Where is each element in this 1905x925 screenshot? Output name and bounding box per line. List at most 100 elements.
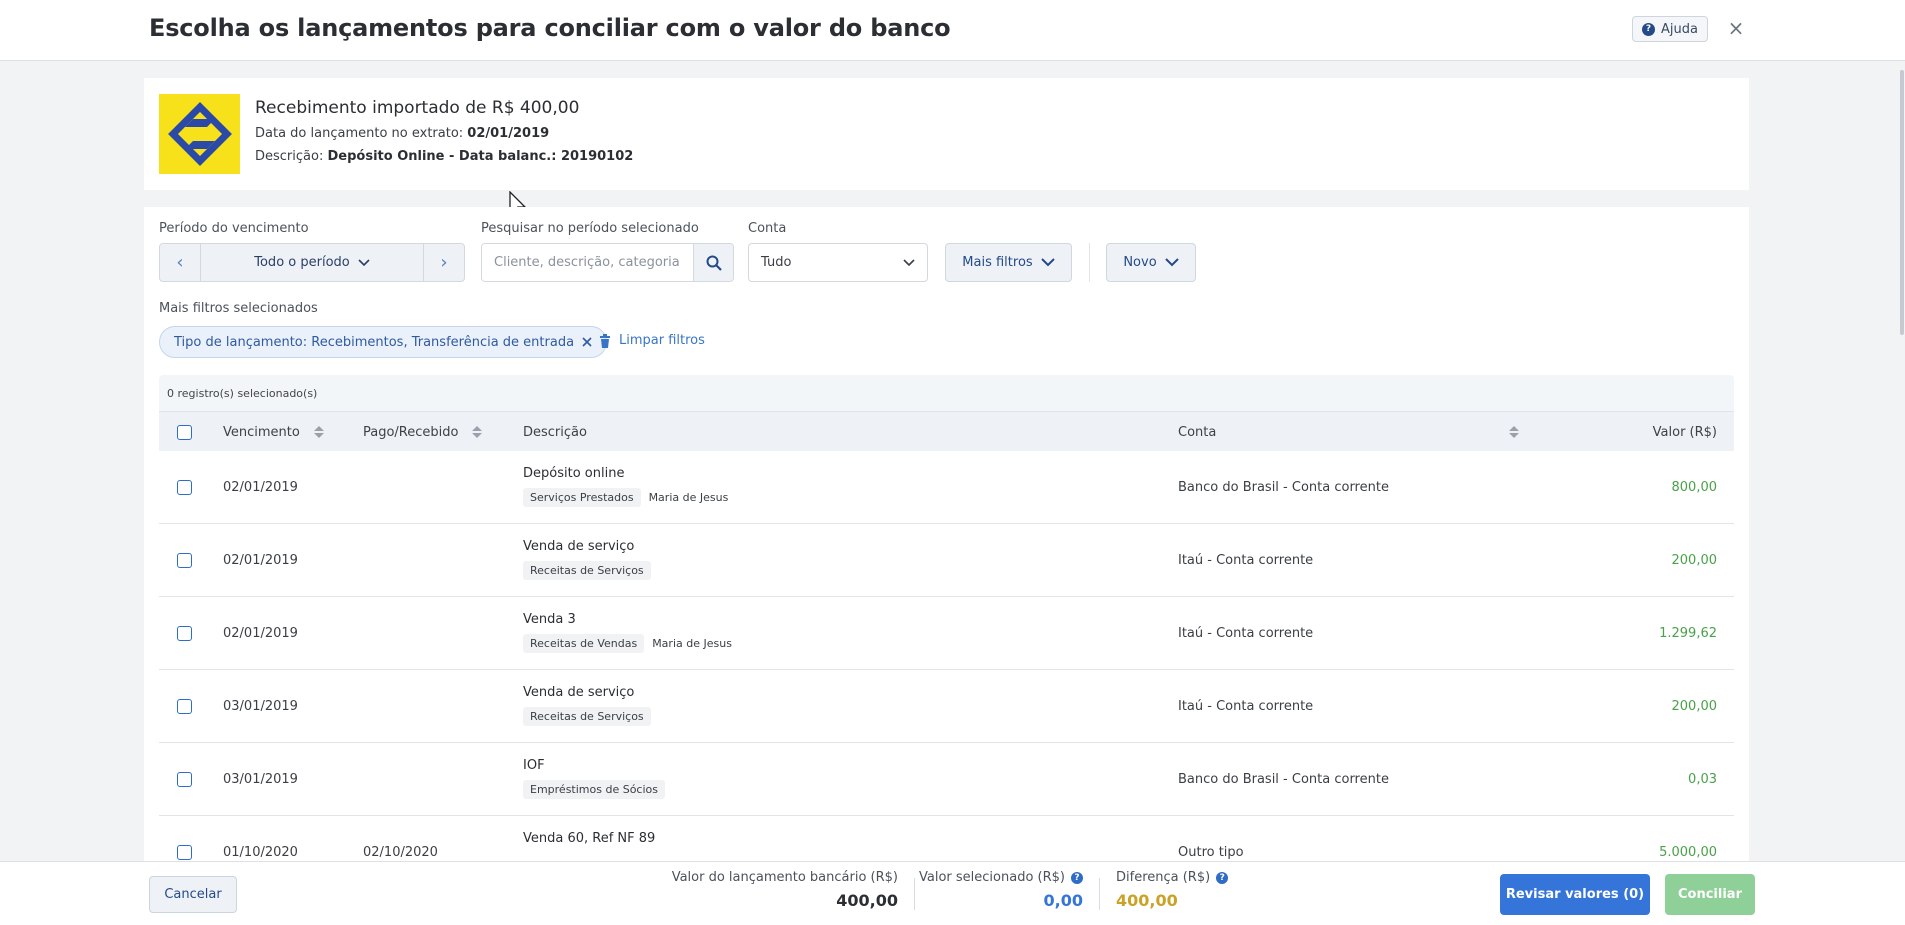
period-dropdown[interactable]: Todo o período — [201, 244, 423, 281]
row-due: 02/01/2019 — [223, 553, 298, 568]
table-row[interactable]: 02/01/2019 Venda de serviço Receitas de … — [159, 524, 1734, 597]
row-due: 02/01/2019 — [223, 480, 298, 495]
row-checkbox[interactable] — [177, 845, 192, 860]
help-button[interactable]: ? Ajuda — [1632, 16, 1708, 42]
review-values-button[interactable]: Revisar valores (0) — [1500, 874, 1650, 915]
select-all-checkbox[interactable] — [177, 424, 192, 440]
banco-do-brasil-logo — [159, 94, 240, 174]
row-due: 03/01/2019 — [223, 699, 298, 714]
help-icon[interactable]: ? — [1216, 871, 1229, 884]
help-label: Ajuda — [1661, 21, 1698, 37]
row-description: Venda 60, Ref NF 89 — [523, 831, 656, 846]
divider — [1089, 243, 1090, 282]
close-icon[interactable] — [582, 337, 592, 347]
account-sort[interactable] — [1509, 412, 1519, 452]
row-account: Itaú - Conta corrente — [1178, 626, 1314, 641]
difference-summary: Diferença (R$)? 400,00 — [1116, 870, 1229, 910]
row-value: 1.299,62 — [1659, 626, 1717, 641]
search-box — [481, 243, 734, 282]
selected-value-summary: Valor selecionado (R$)? 0,00 — [919, 870, 1083, 910]
bank-value-summary: Valor do lançamento bancário (R$) 400,00 — [671, 870, 898, 910]
table-row[interactable]: 03/01/2019 Venda de serviço Receitas de … — [159, 670, 1734, 743]
row-checkbox[interactable] — [177, 626, 192, 641]
search-label: Pesquisar no período selecionado — [481, 221, 699, 236]
search-button[interactable] — [693, 244, 733, 281]
bank-logo-mark — [167, 102, 232, 166]
chevron-down-icon — [903, 258, 915, 266]
chevron-down-icon — [1040, 258, 1055, 267]
conciliar-button[interactable]: Conciliar — [1665, 874, 1755, 915]
bank-value: 400,00 — [836, 891, 898, 910]
row-account: Itaú - Conta corrente — [1178, 699, 1314, 714]
new-button[interactable]: Novo — [1106, 243, 1196, 282]
table-row[interactable]: 02/01/2019 Depósito online Serviços Pres… — [159, 451, 1734, 524]
modal-header: Escolha os lançamentos para conciliar co… — [0, 0, 1905, 61]
category-tag: Receitas de Serviços — [523, 707, 651, 726]
column-due[interactable]: Vencimento — [223, 412, 324, 452]
trash-icon — [600, 333, 610, 348]
person-tag: Maria de Jesus — [652, 637, 732, 650]
difference-value: 400,00 — [1116, 891, 1178, 910]
account-label: Conta — [748, 221, 787, 236]
chevron-left-icon[interactable]: ‹ — [160, 244, 201, 281]
row-due: 02/01/2019 — [223, 626, 298, 641]
filter-chip[interactable]: Tipo de lançamento: Recebimentos, Transf… — [159, 326, 608, 358]
bank-entry-title: Recebimento importado de R$ 400,00 — [255, 98, 580, 118]
row-value: 200,00 — [1671, 699, 1718, 714]
row-description: Venda de serviço — [523, 685, 635, 700]
table-row[interactable]: 02/01/2019 Venda 3 Receitas de Vendas Ma… — [159, 597, 1734, 670]
column-description: Descrição — [523, 424, 587, 440]
category-tag: Receitas de Vendas — [523, 634, 645, 653]
row-value: 800,00 — [1671, 480, 1718, 495]
table-header: Vencimento Pago/Recebido Descrição Conta… — [159, 411, 1734, 451]
divider — [914, 878, 915, 910]
row-checkbox[interactable] — [177, 480, 192, 495]
close-icon[interactable]: × — [1724, 16, 1748, 40]
column-value: Valor (R$) — [1652, 424, 1717, 440]
bank-entry-card: Recebimento importado de R$ 400,00 Data … — [144, 78, 1749, 190]
row-description: Depósito online — [523, 466, 625, 481]
search-input[interactable] — [482, 244, 693, 281]
sort-icon — [472, 426, 483, 438]
cancel-button[interactable]: Cancelar — [149, 876, 237, 913]
row-value: 0,03 — [1688, 772, 1717, 787]
row-due: 03/01/2019 — [223, 772, 298, 787]
row-account: Banco do Brasil - Conta corrente — [1178, 772, 1389, 787]
row-value: 200,00 — [1671, 553, 1718, 568]
row-description: Venda 3 — [523, 612, 576, 627]
selected-count: 0 registro(s) selecionado(s) — [159, 375, 1734, 411]
chevron-right-icon[interactable]: › — [423, 244, 464, 281]
row-checkbox[interactable] — [177, 772, 192, 787]
page-title: Escolha os lançamentos para conciliar co… — [149, 14, 951, 42]
chevron-down-icon — [358, 258, 370, 266]
account-select[interactable]: Tudo — [748, 243, 928, 282]
row-checkbox[interactable] — [177, 553, 192, 568]
clear-filters-button[interactable]: Limpar filtros — [599, 333, 705, 348]
row-description: IOF — [523, 758, 545, 773]
selected-filters-label: Mais filtros selecionados — [159, 301, 318, 316]
question-icon: ? — [1642, 22, 1655, 36]
column-paid[interactable]: Pago/Recebido — [363, 412, 483, 452]
row-checkbox[interactable] — [177, 699, 192, 714]
chevron-down-icon — [1164, 258, 1179, 267]
column-account: Conta — [1178, 424, 1217, 440]
category-tag: Receitas de Serviços — [523, 561, 651, 580]
search-icon — [706, 255, 722, 271]
category-tag: Empréstimos de Sócios — [523, 780, 665, 799]
help-icon[interactable]: ? — [1071, 871, 1083, 884]
sort-icon — [313, 426, 324, 438]
row-description: Venda de serviço — [523, 539, 635, 554]
selected-value: 0,00 — [1043, 891, 1083, 910]
sort-icon — [1509, 426, 1519, 438]
scrollbar[interactable] — [1900, 70, 1904, 335]
table-row[interactable]: 03/01/2019 IOF Empréstimos de Sócios Ban… — [159, 743, 1734, 816]
row-account: Banco do Brasil - Conta corrente — [1178, 480, 1389, 495]
bank-entry-description: Descrição: Depósito Online - Data balanc… — [255, 149, 634, 164]
row-account: Itaú - Conta corrente — [1178, 553, 1314, 568]
bank-entry-date: Data do lançamento no extrato: 02/01/201… — [255, 126, 550, 141]
entries-panel: Período do vencimento ‹ Todo o período ›… — [144, 207, 1749, 889]
modal-footer: Cancelar Valor do lançamento bancário (R… — [0, 861, 1905, 925]
period-label: Período do vencimento — [159, 221, 309, 236]
period-selector: ‹ Todo o período › — [159, 243, 465, 282]
more-filters-button[interactable]: Mais filtros — [945, 243, 1072, 282]
